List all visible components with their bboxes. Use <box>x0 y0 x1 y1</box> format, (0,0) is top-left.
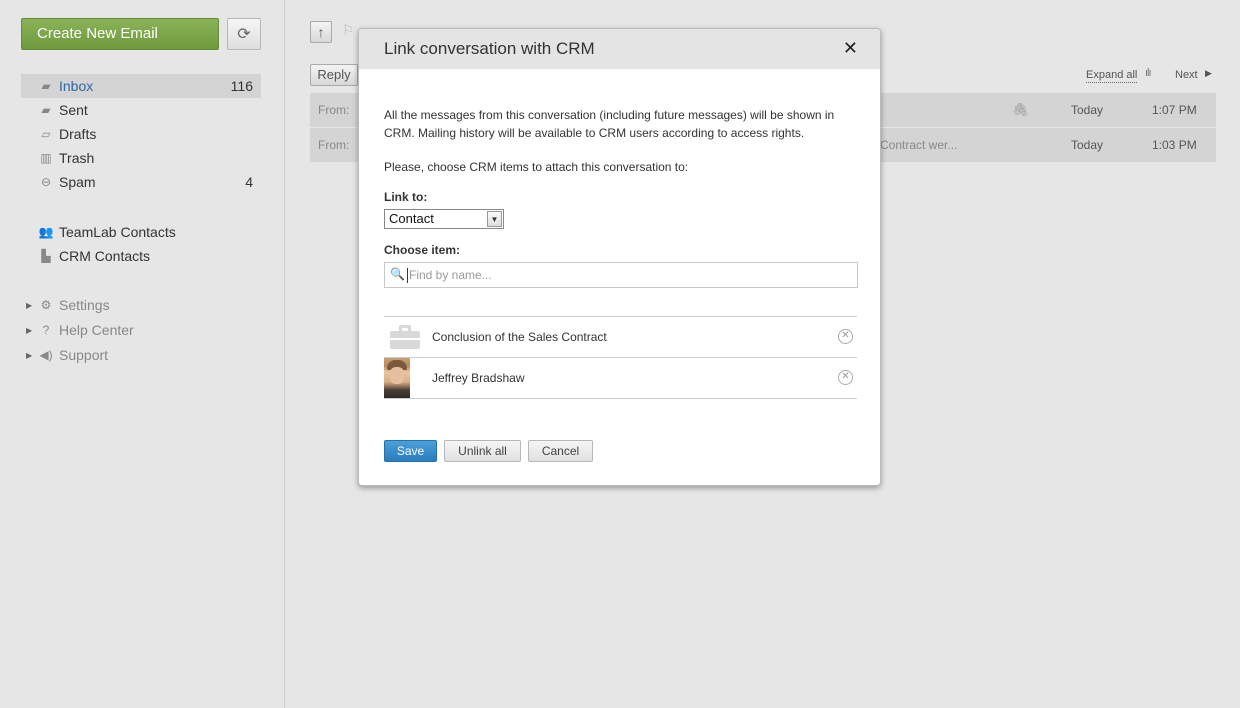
next-link[interactable]: Next <box>1175 69 1198 81</box>
arrow-up-icon: ↑ <box>317 24 325 40</box>
expand-all-link[interactable]: Expand all <box>1086 69 1138 83</box>
remove-item-icon[interactable]: ✕ <box>838 370 853 385</box>
expand-triangle-icon: ▶ <box>26 351 33 360</box>
briefcase-icon <box>390 325 420 349</box>
contacts-label: CRM Contacts <box>59 248 151 264</box>
message-day: Today <box>1071 138 1104 152</box>
reply-button[interactable]: Reply <box>310 64 358 86</box>
remove-item-icon[interactable]: ✕ <box>838 329 853 344</box>
sent-icon: ▰ <box>41 103 51 117</box>
folder-trash[interactable]: ▥ Trash <box>21 146 261 170</box>
save-button[interactable]: Save <box>384 440 437 462</box>
megaphone-icon: ◀) <box>39 348 53 362</box>
message-day: Today <box>1071 103 1104 117</box>
close-icon[interactable]: ✕ <box>843 38 858 59</box>
choose-instructions: Please, choose CRM items to attach this … <box>384 160 689 174</box>
folder-list: ▰ Inbox 116 ▰ Sent ▱ Drafts ▥ Trash ⊖ Sp… <box>21 74 261 194</box>
folder-label: Drafts <box>59 126 97 142</box>
settings-link[interactable]: ▶ ⚙ Settings <box>21 293 261 318</box>
folder-drafts[interactable]: ▱ Drafts <box>21 122 261 146</box>
trash-icon: ▥ <box>40 151 52 165</box>
linked-item-contact: Jeffrey Bradshaw ✕ <box>384 358 857 399</box>
folder-inbox[interactable]: ▰ Inbox 116 <box>21 74 261 98</box>
back-to-list-button[interactable]: ↑ <box>310 21 332 43</box>
folder-label: Spam <box>59 174 96 190</box>
link-to-label: Link to: <box>384 190 428 204</box>
avatar <box>384 358 410 398</box>
question-icon: ? <box>42 323 50 337</box>
linked-items-list: Conclusion of the Sales Contract ✕ Jeffr… <box>384 316 857 399</box>
folder-label: Sent <box>59 102 88 118</box>
folder-spam[interactable]: ⊖ Spam 4 <box>21 170 261 194</box>
contacts-label: TeamLab Contacts <box>59 224 176 240</box>
next-arrow-icon[interactable]: ▶ <box>1205 68 1212 79</box>
folder-label: Trash <box>59 150 95 166</box>
link-crm-dialog: Link conversation with CRM ✕ All the mes… <box>358 28 881 486</box>
text-caret <box>407 268 408 283</box>
dialog-title: Link conversation with CRM <box>384 39 595 58</box>
unread-count: 116 <box>230 78 253 94</box>
settings-label: Settings <box>59 297 110 313</box>
message-time: 1:03 PM <box>1152 138 1197 152</box>
gear-icon: ⚙ <box>40 298 52 312</box>
link-to-select[interactable]: Contact ▼ <box>384 209 504 229</box>
settings-list: ▶ ⚙ Settings ▶ ? Help Center ▶ ◀) Suppor… <box>21 293 261 368</box>
from-label: From: <box>318 138 350 152</box>
refresh-button[interactable]: ⟳ <box>227 18 261 50</box>
linked-item-name: Conclusion of the Sales Contract <box>432 330 607 344</box>
choose-item-label: Choose item: <box>384 243 461 257</box>
search-icon: 🔍 <box>390 267 405 281</box>
message-time: 1:07 PM <box>1152 103 1197 117</box>
spam-icon: ⊖ <box>40 175 52 189</box>
drafts-icon: ▱ <box>41 127 51 141</box>
attachment-icon: 🖇 <box>1012 102 1029 117</box>
flag-icon[interactable]: ⚐ <box>342 22 355 39</box>
unlink-all-button[interactable]: Unlink all <box>444 440 521 462</box>
linked-item-name: Jeffrey Bradshaw <box>432 371 525 385</box>
link-to-value: Contact <box>389 211 434 226</box>
help-center-label: Help Center <box>59 322 134 338</box>
bars-icon: ılı <box>1145 67 1151 79</box>
linked-item-case: Conclusion of the Sales Contract ✕ <box>384 317 857 358</box>
search-input[interactable] <box>409 266 849 284</box>
message-snippet: Contract wer... <box>880 138 958 152</box>
refresh-icon: ⟳ <box>237 26 251 43</box>
inbox-icon: ▰ <box>41 79 51 93</box>
contacts-list: 👥 TeamLab Contacts ▙ CRM Contacts <box>21 220 261 268</box>
crm-icon: ▙ <box>41 249 51 263</box>
search-field[interactable]: 🔍 <box>384 262 858 288</box>
cancel-button[interactable]: Cancel <box>528 440 593 462</box>
folder-label: Inbox <box>59 78 94 94</box>
chevron-down-icon[interactable]: ▼ <box>487 211 502 227</box>
people-icon: 👥 <box>38 225 54 239</box>
dialog-description: All the messages from this conversation … <box>384 108 835 140</box>
sidebar: Create New Email ⟳ ▰ Inbox 116 ▰ Sent ▱ … <box>0 0 285 708</box>
unread-count: 4 <box>245 174 253 190</box>
teamlab-contacts-link[interactable]: 👥 TeamLab Contacts <box>21 220 261 244</box>
expand-triangle-icon: ▶ <box>26 326 33 335</box>
folder-sent[interactable]: ▰ Sent <box>21 98 261 122</box>
crm-contacts-link[interactable]: ▙ CRM Contacts <box>21 244 261 268</box>
expand-triangle-icon: ▶ <box>26 301 33 310</box>
create-new-email-button[interactable]: Create New Email <box>21 18 219 50</box>
support-label: Support <box>59 347 109 363</box>
dialog-header: Link conversation with CRM ✕ <box>359 29 880 69</box>
help-center-link[interactable]: ▶ ? Help Center <box>21 318 261 343</box>
from-label: From: <box>318 103 350 117</box>
support-link[interactable]: ▶ ◀) Support <box>21 343 261 368</box>
